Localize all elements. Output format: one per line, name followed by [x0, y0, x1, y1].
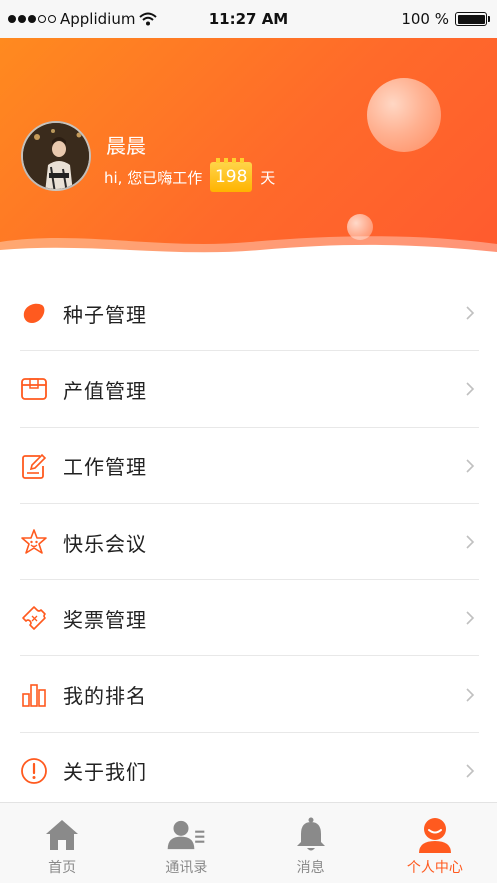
- avatar-photo-icon: [23, 123, 89, 189]
- seed-icon: [20, 299, 48, 327]
- menu-item-ranking[interactable]: 我的排名: [0, 656, 497, 734]
- chevron-right-icon: [466, 535, 475, 549]
- profile-menu: 种子管理 产值管理 工作管理 快乐会议 奖票管理 我的排名 关于我们: [0, 275, 497, 809]
- tab-label: 首页: [48, 860, 77, 876]
- greeting-row: hi, 您已嗨工作 198 天: [104, 158, 276, 192]
- bell-icon: [291, 815, 331, 855]
- menu-item-label: 我的排名: [63, 684, 147, 709]
- menu-item-seed[interactable]: 种子管理: [0, 275, 497, 352]
- signal-icon: [8, 15, 56, 23]
- tab-label: 消息: [296, 860, 325, 876]
- menu-item-label: 产值管理: [63, 378, 147, 403]
- greeting-text: hi, 您已嗨工作: [104, 168, 203, 187]
- menu-item-ticket[interactable]: 奖票管理: [0, 580, 497, 657]
- tab-label: 通讯录: [165, 860, 208, 876]
- tab-contacts[interactable]: 通讯录: [124, 803, 248, 883]
- chevron-right-icon: [466, 688, 475, 702]
- header-wave: [0, 236, 497, 268]
- days-count: 198: [214, 167, 248, 187]
- edit-icon: [20, 452, 48, 480]
- person-icon: [415, 815, 455, 855]
- carrier-area: Applidium: [8, 0, 158, 38]
- battery-icon: [455, 12, 490, 26]
- menu-item-label: 奖票管理: [63, 607, 147, 632]
- star-icon: [20, 528, 48, 556]
- tab-messages[interactable]: 消息: [249, 803, 373, 883]
- ticket-icon: [20, 604, 48, 632]
- chevron-right-icon: [466, 459, 475, 473]
- battery-area: 100 %: [401, 0, 490, 38]
- menu-item-label: 种子管理: [63, 302, 147, 327]
- days-unit: 天: [260, 168, 276, 187]
- tab-profile[interactable]: 个人中心: [373, 803, 497, 883]
- menu-item-label: 关于我们: [63, 760, 147, 785]
- chevron-right-icon: [466, 306, 475, 320]
- profile-header: 晨晨 hi, 您已嗨工作 198 天: [0, 38, 497, 268]
- tab-home[interactable]: 首页: [0, 803, 124, 883]
- tab-label: 个人中心: [406, 860, 463, 876]
- chevron-right-icon: [466, 382, 475, 397]
- chevron-right-icon: [466, 611, 475, 625]
- menu-item-meeting[interactable]: 快乐会议: [0, 504, 497, 581]
- chevron-right-icon: [466, 764, 475, 778]
- status-bar: Applidium 11:27 AM 100 %: [0, 0, 497, 38]
- avatar[interactable]: [21, 121, 91, 191]
- wifi-icon: [139, 12, 158, 26]
- home-icon: [42, 815, 82, 855]
- days-badge: 198: [210, 158, 253, 192]
- carrier-name: Applidium: [60, 10, 136, 28]
- ranking-icon: [20, 681, 48, 709]
- menu-item-label: 工作管理: [63, 455, 147, 480]
- info-icon: [20, 757, 48, 785]
- battery-percent: 100 %: [401, 10, 449, 28]
- menu-item-work[interactable]: 工作管理: [0, 428, 497, 505]
- decorative-bubble: [367, 78, 441, 152]
- box-icon: [20, 375, 48, 403]
- menu-item-about[interactable]: 关于我们: [0, 733, 497, 809]
- menu-item-output[interactable]: 产值管理: [0, 351, 497, 428]
- menu-item-label: 快乐会议: [63, 531, 147, 556]
- contacts-icon: [166, 815, 206, 855]
- user-name: 晨晨: [106, 134, 146, 158]
- tab-bar: 首页 通讯录 消息 个人中心: [0, 802, 497, 883]
